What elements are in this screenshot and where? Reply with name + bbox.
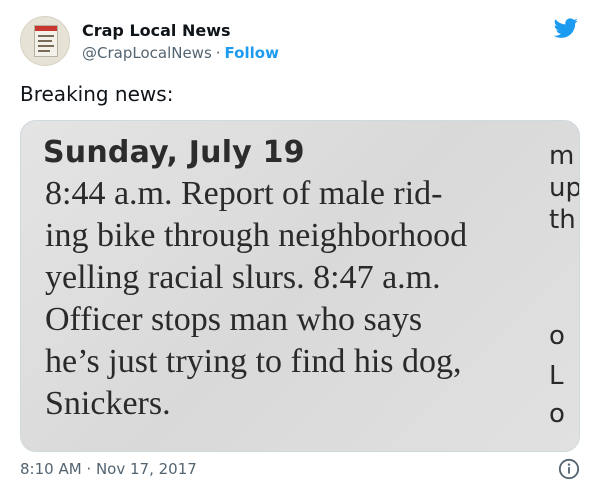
clipping-adjacent-column: m up th o L o <box>549 121 580 451</box>
separator-dot: · <box>215 44 221 62</box>
tweet-header: Crap Local News @CrapLocalNews · Follow <box>20 16 580 72</box>
clipping-fragment: L <box>549 361 564 391</box>
clipping-heading: Sunday, July 19 <box>43 135 305 170</box>
author-handle[interactable]: @CrapLocalNews <box>82 44 212 62</box>
tweet-footer: 8:10 AM · Nov 17, 2017 <box>20 458 580 482</box>
author-handle-row: @CrapLocalNews · Follow <box>82 44 279 62</box>
clipping-line: ing bike through neighborhood <box>45 217 468 254</box>
clipping-fragment: o <box>549 399 565 429</box>
tweet-card: Crap Local News @CrapLocalNews · Follow Br… <box>0 0 600 502</box>
author-name[interactable]: Crap Local News <box>82 21 231 40</box>
twitter-bird-icon[interactable] <box>552 16 580 40</box>
clipping-fragment: up <box>549 173 580 203</box>
clipping-line: yelling racial slurs. 8:47 a.m. <box>45 259 441 296</box>
clipping-line: Snickers. <box>45 385 171 422</box>
avatar[interactable] <box>20 16 70 66</box>
tweet-text: Breaking news: <box>20 82 174 106</box>
clipping-line: Officer stops man who says <box>45 301 423 338</box>
clipping-body: 8:44 a.m. Report of male rid- ing bike t… <box>45 173 525 425</box>
clipping-fragment: th <box>549 205 576 235</box>
follow-button[interactable]: Follow <box>225 44 279 62</box>
tweet-timestamp[interactable]: 8:10 AM · Nov 17, 2017 <box>20 460 197 478</box>
clipping-fragment: o <box>549 321 565 351</box>
avatar-sign-image <box>34 25 58 57</box>
clipping-fragment: m <box>549 141 575 171</box>
clipping-line: 8:44 a.m. Report of male rid- <box>45 175 443 212</box>
tweet-media-image[interactable]: Sunday, July 19 8:44 a.m. Report of male… <box>20 120 580 452</box>
info-icon[interactable] <box>558 458 580 480</box>
clipping-line: he’s just trying to find his dog, <box>45 343 462 380</box>
